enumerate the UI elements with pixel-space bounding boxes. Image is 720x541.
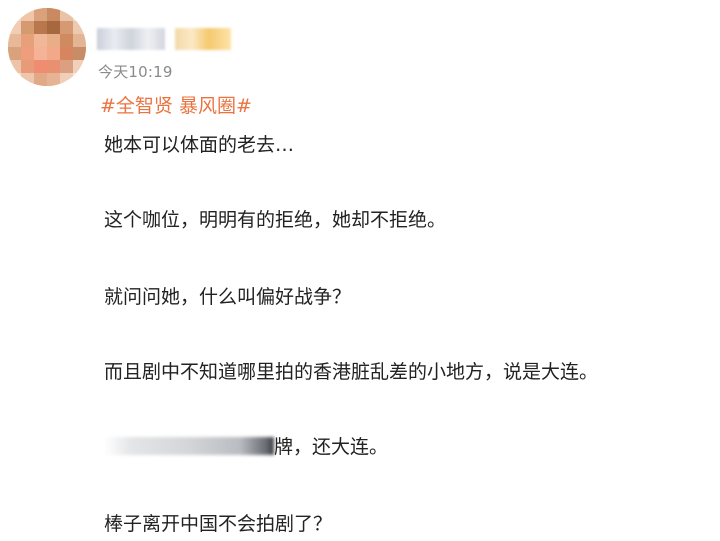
user-badge-redacted xyxy=(175,28,231,50)
post-text-line: 就问问她，什么叫偏好战争？ xyxy=(104,286,352,308)
post-text-line: 牌，还大连。 xyxy=(104,432,388,459)
post-text-line: 这个咖位，明明有的拒绝，她却不拒绝。 xyxy=(104,209,447,231)
post-text-fragment: 牌，还大连。 xyxy=(274,436,389,458)
topic-link-bao-feng-quan[interactable]: 暴风圈# xyxy=(179,95,252,117)
post-text-line: 棒子离开中国不会拍剧了？ xyxy=(104,513,333,535)
post-timestamp: 今天10:19 xyxy=(98,63,173,81)
username-redacted[interactable] xyxy=(97,28,165,50)
redacted-text xyxy=(104,436,274,455)
username-area[interactable] xyxy=(97,28,231,50)
weibo-post: 今天10:19 #全智贤 暴风圈# 她本可以体面的老去… 这个咖位，明明有的拒绝… xyxy=(0,0,720,541)
post-text-line: 她本可以体面的老去… xyxy=(104,134,295,156)
avatar[interactable] xyxy=(8,8,86,86)
post-text-line: 而且剧中不知道哪里拍的香港脏乱差的小地方，说是大连。 xyxy=(104,361,599,383)
topic-link-quan-zhi-xian[interactable]: #全智贤 xyxy=(100,95,173,117)
topic-links: #全智贤 暴风圈# xyxy=(100,91,252,118)
